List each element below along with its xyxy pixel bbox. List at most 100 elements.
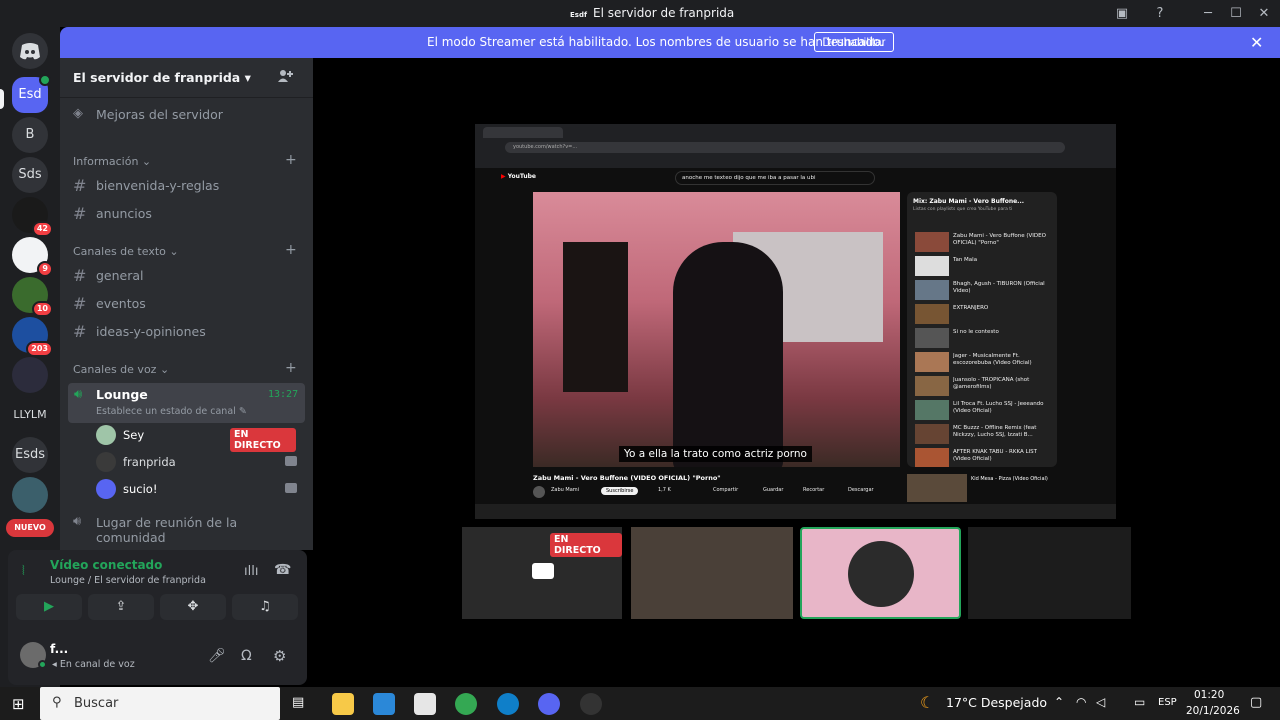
streamer-mode-banner: El modo Streamer está habilitado. Los no… [60,27,1280,58]
category-info[interactable]: Información ⌄ [73,155,151,168]
voice-channel-time: 13:27 [268,389,299,400]
participant-tile-franprida[interactable] [631,527,793,619]
discord-home-icon[interactable] [12,33,48,69]
channel-ideas[interactable]: # ideas-y-opiniones [68,319,305,345]
file-explorer-icon[interactable] [332,693,354,715]
youtube-playlist: Mix: Zabu Mami - Vero Buffone... Listas … [907,192,1057,467]
guild-11[interactable] [12,477,48,513]
add-channel-icon[interactable]: + [285,152,297,168]
guild-5[interactable]: 9 [12,237,53,277]
windows-start-icon[interactable]: ⊞ [12,695,25,713]
category-text[interactable]: Canales de texto ⌄ [73,245,179,258]
participant-tile-sucio[interactable] [800,527,961,619]
close-banner-icon[interactable]: ✕ [1250,33,1263,52]
guild-esd[interactable]: Esd [12,74,51,113]
edge-icon[interactable] [497,693,519,715]
taskbar-search[interactable]: ⚲ Buscar [40,687,280,720]
guild-sds[interactable]: Sds [12,157,48,193]
voice-user-name: Sey [123,428,145,442]
headphones-icon[interactable]: Ω [241,648,252,664]
channel-eventos[interactable]: # eventos [68,291,305,317]
guild-b[interactable]: B [12,117,48,153]
language-indicator[interactable]: ESP [1158,697,1177,708]
disable-streamer-button[interactable]: Deshabilitar [814,32,894,52]
channel-bienvenida[interactable]: # bienvenida-y-reglas [68,173,305,199]
community-hub[interactable]: 🔊︎ Lugar de reunión de la comunidad [68,510,305,545]
participant-tile-4[interactable] [968,527,1131,619]
soundboard-button[interactable]: ♫ [232,594,298,620]
voice-user-sey[interactable]: Sey EN DIRECTO [96,424,296,452]
clock-time[interactable]: 01:20 [1194,689,1224,701]
chrome-icon[interactable] [455,693,477,715]
noise-suppression-icon[interactable]: ıllı [244,564,258,579]
wifi-icon[interactable]: ◠ [1076,695,1086,709]
clock-date[interactable]: 20/1/2026 [1186,705,1240,717]
battery-icon[interactable]: ▭ [1134,695,1145,709]
microphone-icon[interactable]: 🎤︎ [208,648,226,664]
disconnect-icon[interactable]: ☎ [274,562,291,578]
activities-button[interactable]: ✥ [160,594,226,620]
store-icon[interactable] [373,693,395,715]
video-thumbnail [915,376,949,396]
mail-icon[interactable] [414,693,436,715]
camera-icon [285,483,297,493]
add-text-channel-icon[interactable]: + [285,242,297,258]
settings-gear-icon[interactable]: ⚙ [273,647,286,665]
hash-icon: # [73,266,87,285]
video-meta-row: Zabu Mami Suscribirse 1,7 K Compartir Gu… [533,486,903,500]
video-thumbnail [915,256,949,276]
server-header[interactable]: El servidor de franprida ▾ [60,58,313,98]
voice-user-sucio[interactable]: sucio! [96,478,297,500]
guild-llylm[interactable]: LLYLM [12,397,48,433]
playlist-item-title: EXTRANJERO [953,305,989,311]
guild-4[interactable]: 42 [12,197,53,237]
screen-share-button[interactable]: ⇪ [88,594,154,620]
guild-6[interactable]: 10 [12,277,53,317]
window-tiny-tag: Esdf [570,11,588,19]
playlist-item-title: Si no le contesto [953,329,999,335]
guild-7[interactable]: 203 [12,317,53,357]
volume-icon[interactable]: ◁ [1096,695,1105,709]
voice-user-franprida[interactable]: franprida [96,451,297,473]
weather-text[interactable]: 17°C Despejado [946,695,1047,710]
close-window-icon[interactable]: ✕ [1254,4,1274,24]
voice-connection-panel: ⦚ Vídeo conectado Lounge / El servidor d… [8,550,307,630]
invite-people-icon[interactable] [277,68,297,88]
voice-channel-lounge[interactable]: 🔊︎ Lounge 13:27 Establece un estado de c… [68,383,305,423]
category-voice[interactable]: Canales de voz ⌄ [73,363,169,376]
screen-share-view[interactable]: youtube.com/watch?v=... ▶ YouTube anoche… [475,124,1116,519]
minimize-icon[interactable]: ─ [1198,4,1218,24]
guild-esds[interactable]: Esds [12,437,48,473]
video-thumbnail [915,400,949,420]
camera-button[interactable]: ▶ [16,594,82,620]
video-title: Zabu Mami - Vero Buffone (VIDEO OFICIAL)… [533,474,721,482]
youtube-search-input: anoche me texteo dijo que me iba a pasar… [675,171,875,185]
channel-general[interactable]: # general [68,263,305,289]
guild-b-label: B [25,127,35,142]
participant-tile-sey[interactable]: EN DIRECTO [462,527,622,619]
add-voice-channel-icon[interactable]: + [285,360,297,376]
server-boost-item[interactable]: ◈ Mejoras del servidor [68,102,305,128]
notifications-icon[interactable]: ▢ [1250,695,1262,710]
playlist-item-title: Tan Mala [953,257,978,263]
next-video: Kid Mesa - Pizza (Video Oficial) [907,474,1057,504]
new-guilds-badge[interactable]: NUEVO [6,519,54,537]
bookmarks-bar [475,156,1116,166]
live-badge: EN DIRECTO [550,533,622,557]
help-icon[interactable]: ? [1150,4,1170,24]
obs-icon[interactable] [580,693,602,715]
task-view-icon[interactable]: ▤ [292,695,304,710]
inbox-icon[interactable]: ▣ [1112,4,1132,24]
username: f... [50,642,69,656]
guild-6-badge: 10 [31,301,53,317]
playlist-item: MC Buzzz - Offline Remix (feat Nickzzy, … [915,424,1053,448]
guild-8[interactable] [12,357,48,393]
channel-anuncios[interactable]: # anuncios [68,201,305,227]
maximize-icon[interactable]: ☐ [1226,4,1246,24]
set-channel-status[interactable]: Establece un estado de canal ✎ [96,406,247,417]
channel-sidebar: El servidor de franprida ▾ ◈ Mejoras del … [60,58,313,550]
taskbar-search-placeholder: Buscar [74,696,119,711]
voice-location: Lounge / El servidor de franprida [50,575,206,586]
discord-taskbar-icon[interactable] [538,693,560,715]
tray-chevron-icon[interactable]: ⌃ [1054,695,1064,709]
